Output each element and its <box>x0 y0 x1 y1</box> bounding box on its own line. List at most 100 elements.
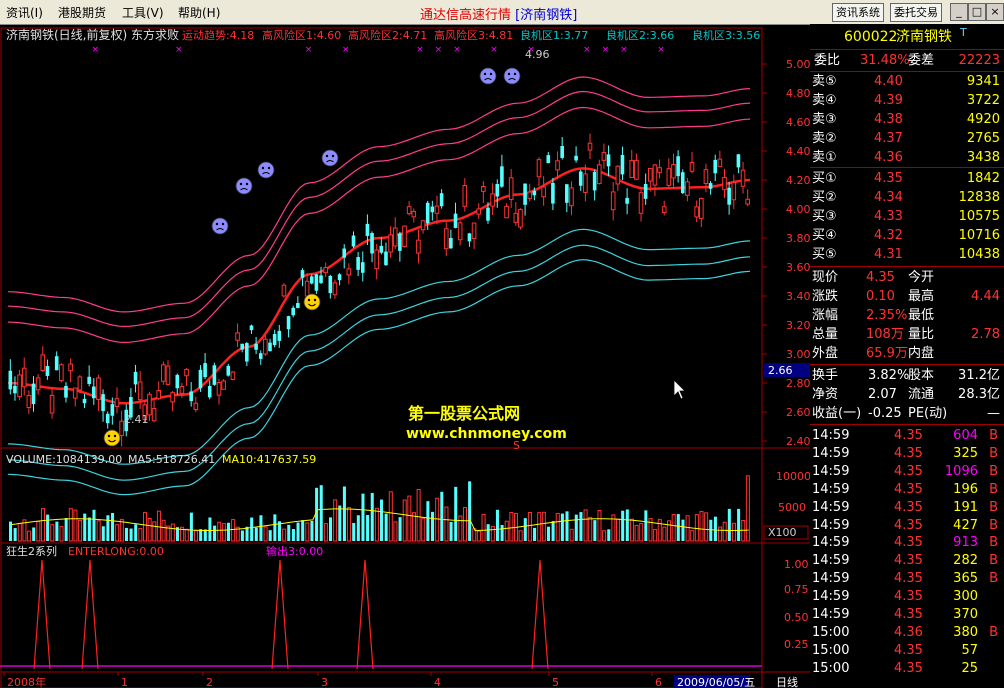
stat-label: 净资 <box>812 387 839 402</box>
volume-bar <box>639 523 644 542</box>
trade-button[interactable]: 委托交易 <box>890 3 942 22</box>
candle-body <box>495 184 500 197</box>
tick-row: 15:00 4.35 57 <box>810 642 1004 660</box>
info-system-button[interactable]: 资讯系统 <box>832 3 884 22</box>
tick-row: 14:59 4.35 370 <box>810 606 1004 624</box>
menu-tools[interactable]: 工具(V) <box>122 4 164 21</box>
candle-body <box>300 270 305 278</box>
app-title: 通达信高速行情 [济南钢铁] <box>420 4 577 23</box>
candle-body <box>346 268 352 276</box>
volume-bar <box>64 517 68 541</box>
candle-body <box>471 222 477 240</box>
volume-bar <box>644 510 648 541</box>
kline-chart[interactable]: × × × × × × × × × × × × × 济南钢铁(日线,前复权) 东方求败 运动趋势:4.1… <box>0 24 810 688</box>
candle-body <box>175 374 180 389</box>
candle-body <box>212 365 217 385</box>
candlesticks[interactable]: × × × × × × × × × × × × × <box>8 45 750 447</box>
volume-bar <box>226 522 230 541</box>
signal-x-mark: × <box>490 45 498 55</box>
candle-body <box>323 267 328 274</box>
face-eye <box>261 166 265 170</box>
candle-body <box>406 206 412 215</box>
candle-body <box>374 249 379 270</box>
divider <box>810 49 1004 50</box>
volume-bar <box>458 515 463 542</box>
minimize-button[interactable]: _ <box>950 3 968 21</box>
signal-output: 输出3:0.00 <box>266 544 323 558</box>
candle-body <box>286 316 291 330</box>
candle-body <box>91 386 96 399</box>
candle-body <box>245 343 249 362</box>
face-eye <box>307 298 311 302</box>
signal-name: 狂生2系列 <box>6 544 57 558</box>
stat-value: 108万 <box>866 327 904 342</box>
stat-value: 4.44 <box>971 289 1000 304</box>
volume-bar <box>583 509 588 542</box>
candle-body <box>634 159 639 180</box>
stat-row: 现价 4.35 今开 <box>810 269 1004 287</box>
stat-label: 今开 <box>908 270 935 285</box>
volume-bar <box>462 507 468 542</box>
order-price: 4.34 <box>874 190 903 205</box>
order-volume: 10716 <box>958 228 1000 243</box>
volume-bar <box>36 521 41 542</box>
candle-body <box>430 206 435 213</box>
candle-body <box>332 282 338 296</box>
signal-axis-1: 1.00 <box>784 558 809 571</box>
volume-bar <box>328 517 333 541</box>
mouse-cursor-icon <box>673 379 686 400</box>
order-volume: 9341 <box>966 74 1000 89</box>
volume-bar <box>541 511 546 542</box>
menu-info[interactable]: 资讯(I) <box>6 4 43 21</box>
weicha-value: 22223 <box>958 53 1000 68</box>
volume-bar <box>490 525 495 542</box>
tick-volume: 380 <box>953 624 978 640</box>
candle-body <box>296 303 300 308</box>
buy-row: 买① 4.35 1842 <box>810 170 1004 188</box>
period-label[interactable]: 日线 <box>776 675 798 688</box>
order-label: 卖③ <box>812 112 837 127</box>
candle-body <box>105 413 110 424</box>
candle-body <box>541 186 546 198</box>
volume-bar <box>221 523 226 542</box>
candle-body <box>392 227 398 247</box>
stat-value: -0.25 <box>868 406 902 421</box>
maximize-button[interactable]: □ <box>968 3 986 21</box>
tick-row: 15:00 4.35 25 <box>810 660 1004 678</box>
menu-help[interactable]: 帮助(H) <box>178 4 220 21</box>
candle-body <box>45 366 50 376</box>
volume-ma10: MA10:417637.59 <box>222 453 316 466</box>
candle-body <box>360 262 365 273</box>
candle-body <box>59 364 64 382</box>
face-eye <box>331 154 335 158</box>
close-button[interactable]: × <box>986 3 1004 21</box>
volume-bar <box>366 515 370 541</box>
volume-bar <box>301 520 305 541</box>
sad-face-icon <box>211 217 229 235</box>
smile-face-icon <box>103 429 121 447</box>
signal-x-mark: × <box>657 45 665 55</box>
stat-row: 换手 3.82% 股本 31.2亿 <box>810 367 1004 385</box>
order-label: 卖⑤ <box>812 74 837 89</box>
candle-body <box>555 160 560 171</box>
order-volume: 2765 <box>966 131 1000 146</box>
candle-body <box>708 183 713 189</box>
volume-bar <box>616 518 621 542</box>
candle-body <box>486 207 490 221</box>
tick-time: 14:59 <box>812 499 850 515</box>
candle-body <box>351 235 356 247</box>
candle-body <box>198 369 203 389</box>
candle-body <box>490 193 495 207</box>
volume-bar <box>690 530 695 542</box>
order-price: 4.36 <box>874 150 903 165</box>
menu-hk-futures[interactable]: 港股期货 <box>58 4 106 21</box>
candle-body <box>133 371 138 385</box>
sell-row: 卖③ 4.38 4920 <box>810 111 1004 129</box>
price-tick-label: 3.40 <box>786 290 810 303</box>
volume-bar <box>333 499 338 542</box>
volume-bar <box>704 512 709 542</box>
face-eye <box>267 166 271 170</box>
candle-body <box>500 166 504 187</box>
tick-row: 14:59 4.35 604 B <box>810 427 1004 445</box>
face-eye <box>113 434 117 438</box>
